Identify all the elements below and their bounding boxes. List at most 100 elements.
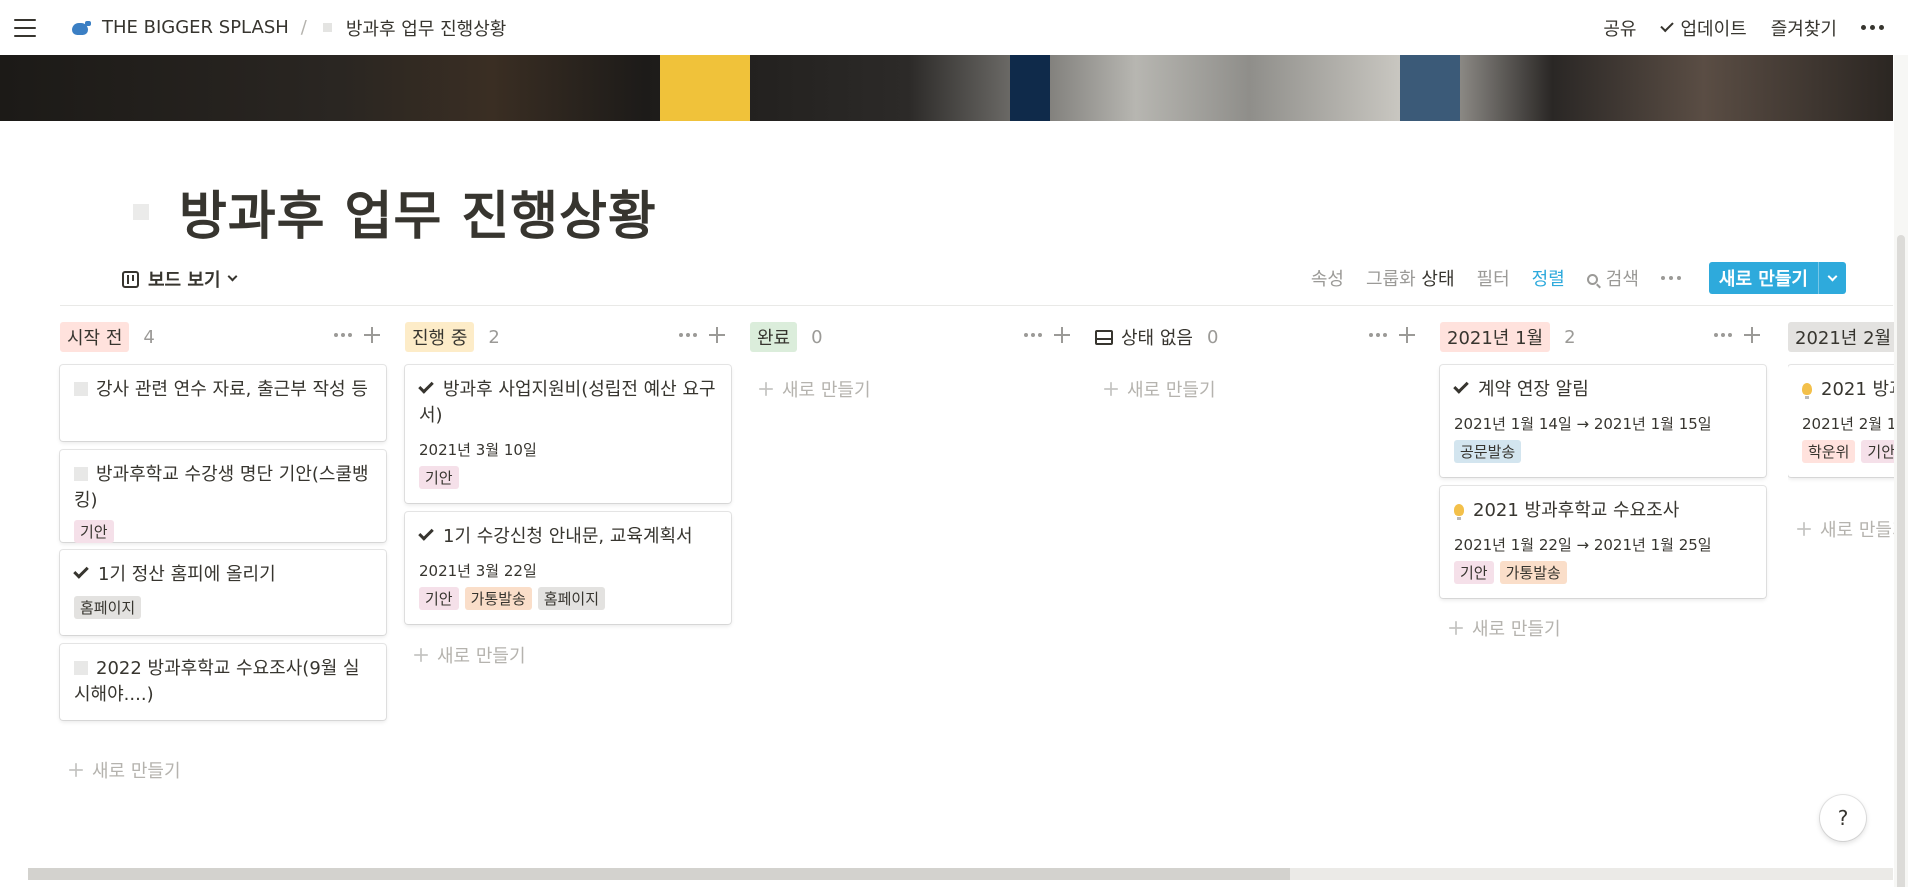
- board-card[interactable]: 2021 방과후학교 심의 2021년 2월 19 학운위 기안: [1788, 365, 1908, 477]
- new-card-button[interactable]: 새로 만들기: [413, 642, 526, 668]
- horizontal-scrollbar[interactable]: [28, 868, 1893, 880]
- new-button-group: 새로 만들기: [1708, 262, 1846, 294]
- card-tags: 기안 가통발송: [1454, 561, 1752, 584]
- help-button[interactable]: ?: [1820, 795, 1866, 841]
- page-title[interactable]: 방과후 업무 진행상황: [179, 174, 657, 249]
- cover-block: [1400, 55, 1460, 121]
- column-tools: [1024, 327, 1070, 343]
- search-icon: [1586, 274, 1598, 285]
- card-title: 2021 방과후학교 수요조사: [1454, 498, 1752, 524]
- column-header[interactable]: 상태 없음 0: [1095, 320, 1421, 354]
- chevron-down-icon: [227, 271, 237, 282]
- board-card[interactable]: 2021 방과후학교 수요조사 2021년 1월 22일 → 2021년 1월 …: [1440, 486, 1766, 598]
- card-tag: 기안: [74, 520, 114, 543]
- view-bar: 보드 보기 속성 그룹화 상태 필터 정렬 검색 새로 만들기: [60, 262, 1893, 306]
- check-icon: [418, 525, 434, 541]
- board-card[interactable]: 방과후 사업지원비(성립전 예산 요구서) 2021년 3월 10일 기안: [405, 365, 731, 503]
- breadcrumb-workspace[interactable]: THE BIGGER SPLASH: [102, 17, 289, 38]
- column-more-icon[interactable]: [1714, 333, 1732, 337]
- card-title: 1기 정산 홈피에 올리기: [73, 562, 372, 588]
- search-label: 검색: [1605, 269, 1639, 290]
- card-tag: 가통발송: [1499, 561, 1567, 584]
- card-title: 강사 관련 연수 자료, 출근부 작성 등: [74, 377, 372, 403]
- view-switcher[interactable]: 보드 보기: [122, 266, 237, 292]
- updates-button[interactable]: 업데이트: [1659, 15, 1747, 41]
- card-title-text: 방과후학교 수강생 명단 기안(스쿨뱅킹): [74, 464, 369, 511]
- board-card[interactable]: 1기 수강신청 안내문, 교육계획서 2021년 3월 22일 기안 가통발송 …: [405, 512, 731, 624]
- column-header[interactable]: 시작 전 4: [60, 320, 386, 354]
- check-icon: [73, 563, 89, 579]
- new-dropdown-button[interactable]: [1818, 262, 1846, 294]
- card-title-text: 2022 방과후학교 수요조사(9월 실시해야....): [74, 658, 360, 705]
- card-title: 2021 방과후학교 심의: [1802, 377, 1908, 403]
- board-column: 완료 0 새로 만들기: [750, 320, 1076, 401]
- board-column: 2021년 2월 2021 방과후학교 심의 2021년 2월 19 학운위 기…: [1788, 320, 1908, 541]
- plus-icon: [1797, 522, 1811, 536]
- column-status-tag: 2021년 1월: [1440, 322, 1551, 352]
- new-card-label: 새로 만들기: [1127, 380, 1216, 401]
- favorite-button[interactable]: 즐겨찾기: [1771, 15, 1837, 41]
- board: 시작 전 4 강사 관련 연수 자료, 출근부 작성 등 방과후학교 수강생 명…: [60, 320, 1908, 860]
- card-tags: 기안: [419, 466, 717, 489]
- column-more-icon[interactable]: [1024, 333, 1042, 337]
- column-more-icon[interactable]: [679, 333, 697, 337]
- column-more-icon[interactable]: [334, 333, 352, 337]
- column-add-icon[interactable]: [1399, 327, 1415, 343]
- new-card-button[interactable]: 새로 만들기: [1796, 516, 1908, 542]
- properties-button[interactable]: 속성: [1311, 265, 1344, 291]
- card-tags: 학운위 기안: [1802, 440, 1908, 463]
- scrollbar-thumb[interactable]: [1897, 235, 1905, 887]
- new-card-label: 새로 만들기: [437, 646, 526, 667]
- page-icon[interactable]: [133, 203, 149, 220]
- column-add-icon[interactable]: [364, 327, 380, 343]
- board-card[interactable]: 계약 연장 알림 2021년 1월 14일 → 2021년 1월 15일 공문발…: [1440, 365, 1766, 477]
- column-add-icon[interactable]: [1744, 327, 1760, 343]
- scrollbar-thumb[interactable]: [28, 868, 1290, 880]
- column-more-icon[interactable]: [1369, 333, 1387, 337]
- board-card[interactable]: 2022 방과후학교 수요조사(9월 실시해야....): [60, 644, 386, 720]
- card-title-text: 1기 정산 홈피에 올리기: [98, 564, 276, 585]
- new-card-button[interactable]: 새로 만들기: [758, 376, 871, 402]
- breadcrumb-separator: /: [300, 17, 307, 38]
- card-title: 방과후 사업지원비(성립전 예산 요구서): [418, 377, 717, 429]
- column-header[interactable]: 2021년 2월: [1788, 320, 1908, 354]
- card-title: 2022 방과후학교 수요조사(9월 실시해야....): [74, 656, 372, 708]
- board-card[interactable]: 강사 관련 연수 자료, 출근부 작성 등: [60, 365, 386, 441]
- sort-button[interactable]: 정렬: [1532, 265, 1565, 291]
- group-label: 그룹화: [1366, 269, 1416, 290]
- column-add-icon[interactable]: [709, 327, 725, 343]
- column-header[interactable]: 2021년 1월 2: [1440, 320, 1766, 354]
- column-tools: [1714, 327, 1760, 343]
- new-button[interactable]: 새로 만들기: [1709, 262, 1818, 294]
- card-date: 2021년 3월 22일: [419, 562, 537, 580]
- card-title-text: 강사 관련 연수 자료, 출근부 작성 등: [96, 379, 368, 400]
- plus-icon: [1449, 621, 1463, 635]
- new-card-button[interactable]: 새로 만들기: [68, 757, 181, 783]
- view-more-icon[interactable]: [1660, 276, 1681, 280]
- filter-button[interactable]: 필터: [1477, 265, 1510, 291]
- cover-image: [0, 55, 1893, 121]
- column-add-icon[interactable]: [1054, 327, 1070, 343]
- vertical-scrollbar[interactable]: [1894, 55, 1908, 887]
- menu-icon[interactable]: [14, 18, 36, 37]
- card-tags: 기안 가통발송 홈페이지: [419, 587, 717, 610]
- board-card[interactable]: 방과후학교 수강생 명단 기안(스쿨뱅킹) 기안: [60, 450, 386, 543]
- card-title-text: 계약 연장 알림: [1478, 379, 1589, 400]
- share-button[interactable]: 공유: [1603, 15, 1636, 41]
- breadcrumb-page[interactable]: 방과후 업무 진행상황: [346, 15, 506, 41]
- search-button[interactable]: 검색: [1586, 265, 1639, 291]
- board-card[interactable]: 1기 정산 홈피에 올리기 홈페이지: [60, 550, 386, 635]
- column-header[interactable]: 완료 0: [750, 320, 1076, 354]
- updates-label: 업데이트: [1680, 18, 1747, 40]
- card-tags: 공문발송: [1454, 440, 1752, 463]
- more-icon[interactable]: [1861, 25, 1884, 30]
- column-status-tag: 시작 전: [60, 322, 130, 352]
- card-tag: 홈페이지: [74, 596, 142, 619]
- group-button[interactable]: 그룹화 상태: [1366, 265, 1455, 291]
- card-date: 2021년 1월 22일 → 2021년 1월 25일: [1454, 536, 1712, 554]
- column-header[interactable]: 진행 중 2: [405, 320, 731, 354]
- plus-icon: [69, 763, 83, 777]
- new-card-button[interactable]: 새로 만들기: [1448, 615, 1561, 641]
- new-card-button[interactable]: 새로 만들기: [1103, 376, 1216, 402]
- check-icon: [1453, 378, 1469, 394]
